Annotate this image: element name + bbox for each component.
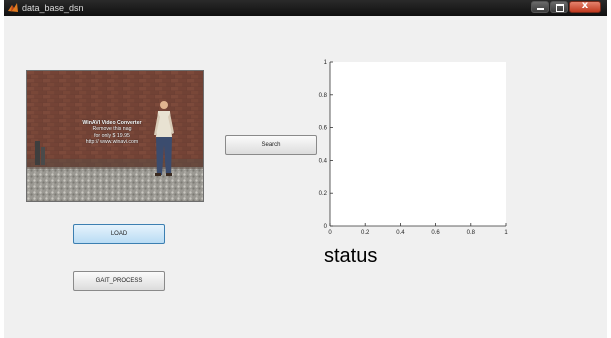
y-tick-label: 0 xyxy=(324,224,328,230)
x-tick-label: 0.2 xyxy=(361,230,370,236)
x-tick-label: 0.6 xyxy=(431,230,440,236)
app-window: data_base_dsn x WinAVI Video Converter R… xyxy=(4,0,607,338)
y-tick-label: 0.8 xyxy=(319,93,328,99)
y-tick-label: 1 xyxy=(324,60,328,66)
x-tick-label: 0.8 xyxy=(467,230,476,236)
x-tick-label: 0.4 xyxy=(396,230,405,236)
y-tick-label: 0.2 xyxy=(319,191,328,197)
plot-area xyxy=(330,62,506,226)
plot-axes: 0 0.2 0.4 0.6 0.8 1 0 0.2 0.4 0.6 0.8 1 xyxy=(319,60,509,236)
y-tick-label: 0.4 xyxy=(319,158,328,164)
y-tick-label: 0.6 xyxy=(319,126,328,132)
x-tick-label: 0 xyxy=(328,230,332,236)
status-label: status xyxy=(324,245,378,267)
x-tick-label: 1 xyxy=(504,230,508,236)
